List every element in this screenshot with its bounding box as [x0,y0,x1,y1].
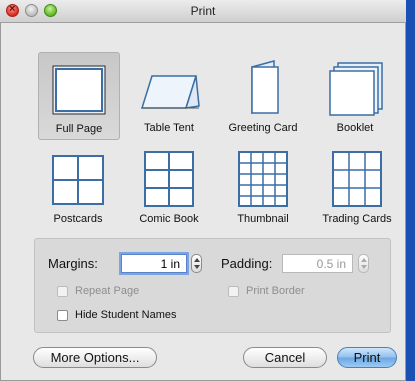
full-page-icon [52,65,106,115]
booklet-icon [329,62,383,116]
comic-book-icon [144,151,194,207]
print-button[interactable]: Print [337,347,397,368]
layout-greeting-card[interactable]: Greeting Card [218,52,308,138]
repeat-page-checkbox[interactable] [57,286,68,297]
margins-input[interactable] [121,254,187,273]
table-tent-icon [140,75,200,109]
print-border-checkbox[interactable] [228,286,239,297]
background-edge [406,0,415,381]
print-dialog: Print Full Page Table Tent Greeting Card… [0,0,406,381]
padding-stepper[interactable] [358,254,369,273]
hide-student-names-checkbox[interactable] [57,310,68,321]
title-bar: Print [0,0,406,23]
margins-stepper[interactable] [191,254,202,273]
layout-thumbnail[interactable]: Thumbnail [218,145,308,231]
options-panel: Margins: Padding: Repeat Page Print Bord… [34,238,391,333]
margins-label: Margins: [48,256,98,271]
layout-label: Table Tent [144,122,194,134]
cancel-button[interactable]: Cancel [243,347,327,368]
stepper-down-icon [194,265,200,269]
layout-label: Comic Book [139,213,199,225]
layout-booklet[interactable]: Booklet [314,52,396,138]
layout-label: Booklet [336,122,374,134]
layout-comic-book[interactable]: Comic Book [128,145,210,231]
window-title: Print [190,4,216,18]
layout-label: Postcards [53,213,103,225]
more-options-button[interactable]: More Options... [33,347,157,368]
padding-input[interactable] [282,254,353,273]
postcards-icon [52,155,104,205]
stepper-up-icon [194,258,200,262]
layout-table-tent[interactable]: Table Tent [128,52,210,138]
layout-label: Trading Cards [322,213,392,225]
hide-student-names-label: Hide Student Names [75,309,177,321]
repeat-page-label: Repeat Page [75,285,140,297]
print-border-label: Print Border [246,285,305,297]
trading-cards-icon [332,151,382,207]
greeting-card-icon [251,60,279,114]
layout-label: Greeting Card [228,122,298,134]
padding-label: Padding: [221,256,273,271]
layout-full-page[interactable]: Full Page [38,52,120,140]
stepper-down-icon [361,265,367,269]
layout-trading-cards[interactable]: Trading Cards [310,145,404,231]
stepper-up-icon [361,258,367,262]
layout-label: Thumbnail [237,213,289,225]
layout-label: Full Page [55,123,103,135]
layout-postcards[interactable]: Postcards [38,145,118,231]
thumbnail-icon [238,151,288,207]
